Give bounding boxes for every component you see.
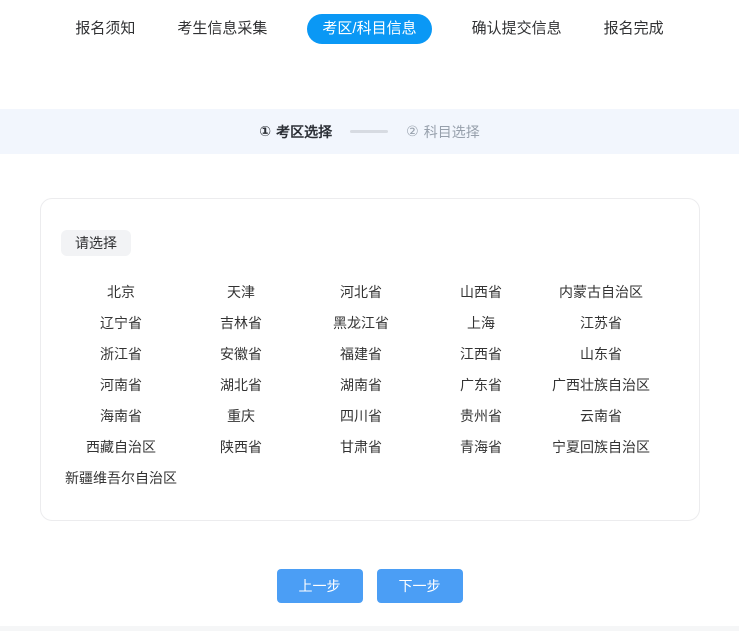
province-option[interactable]: 浙江省	[61, 339, 181, 370]
exam-area-selection-card: 请选择 北京 天津 河北省 山西省 内蒙古自治区 辽宁省 吉林省 黑龙江省 上海…	[40, 198, 700, 521]
province-option[interactable]: 甘肃省	[301, 432, 421, 463]
step-subject-select: ② 科目选择	[406, 122, 480, 142]
province-option[interactable]: 上海	[421, 308, 541, 339]
prev-step-button[interactable]: 上一步	[277, 569, 363, 603]
province-option[interactable]: 山东省	[541, 339, 661, 370]
province-option[interactable]: 海南省	[61, 401, 181, 432]
tab-item[interactable]: 确认提交信息	[470, 14, 564, 44]
province-option[interactable]: 新疆维吾尔自治区	[61, 463, 181, 494]
province-option[interactable]: 湖南省	[301, 370, 421, 401]
province-option[interactable]: 西藏自治区	[61, 432, 181, 463]
province-option[interactable]: 河北省	[301, 277, 421, 308]
province-option[interactable]: 北京	[61, 277, 181, 308]
province-option[interactable]: 天津	[181, 277, 301, 308]
province-option[interactable]: 广西壮族自治区	[541, 370, 661, 401]
registration-steps-tabbar: 报名须知 考生信息采集 考区/科目信息 确认提交信息 报名完成	[0, 0, 739, 45]
province-option[interactable]: 山西省	[421, 277, 541, 308]
province-option[interactable]: 内蒙古自治区	[541, 277, 661, 308]
next-step-button[interactable]: 下一步	[377, 569, 463, 603]
step-label: 考区选择	[276, 122, 332, 142]
province-option[interactable]: 福建省	[301, 339, 421, 370]
province-option[interactable]: 安徽省	[181, 339, 301, 370]
province-option[interactable]: 云南省	[541, 401, 661, 432]
province-option[interactable]: 黑龙江省	[301, 308, 421, 339]
step-number-icon: ②	[406, 123, 419, 140]
province-option[interactable]: 吉林省	[181, 308, 301, 339]
province-option[interactable]: 陕西省	[181, 432, 301, 463]
step-label: 科目选择	[424, 122, 480, 142]
province-option[interactable]: 重庆	[181, 401, 301, 432]
tab-item[interactable]: 考生信息采集	[175, 14, 269, 44]
tab-item[interactable]: 考区/科目信息	[307, 14, 431, 44]
step-area-select: ① 考区选择	[259, 122, 332, 142]
tab-label: 考生信息采集	[177, 20, 267, 37]
tab-label: 考区/科目信息	[322, 20, 416, 37]
province-option[interactable]: 宁夏回族自治区	[541, 432, 661, 463]
province-option[interactable]: 四川省	[301, 401, 421, 432]
province-option[interactable]: 河南省	[61, 370, 181, 401]
wizard-actions: 上一步 下一步	[0, 569, 739, 603]
tab-label: 报名须知	[75, 20, 135, 37]
footer-strip	[0, 626, 739, 631]
tab-label: 确认提交信息	[472, 20, 562, 37]
province-option[interactable]: 贵州省	[421, 401, 541, 432]
province-grid: 北京 天津 河北省 山西省 内蒙古自治区 辽宁省 吉林省 黑龙江省 上海 江苏省…	[61, 277, 661, 494]
please-select-tag: 请选择	[61, 230, 131, 256]
province-option[interactable]: 辽宁省	[61, 308, 181, 339]
province-option[interactable]: 广东省	[421, 370, 541, 401]
province-option[interactable]: 湖北省	[181, 370, 301, 401]
step-indicator-band: ① 考区选择 ② 科目选择	[0, 109, 739, 154]
tab-label: 报名完成	[604, 20, 664, 37]
step-number-icon: ①	[259, 123, 271, 140]
tab-item[interactable]: 报名须知	[73, 14, 137, 44]
province-option[interactable]: 江西省	[421, 339, 541, 370]
province-option[interactable]: 青海省	[421, 432, 541, 463]
province-option[interactable]: 江苏省	[541, 308, 661, 339]
step-divider-line	[350, 130, 388, 133]
tab-item[interactable]: 报名完成	[602, 14, 666, 44]
